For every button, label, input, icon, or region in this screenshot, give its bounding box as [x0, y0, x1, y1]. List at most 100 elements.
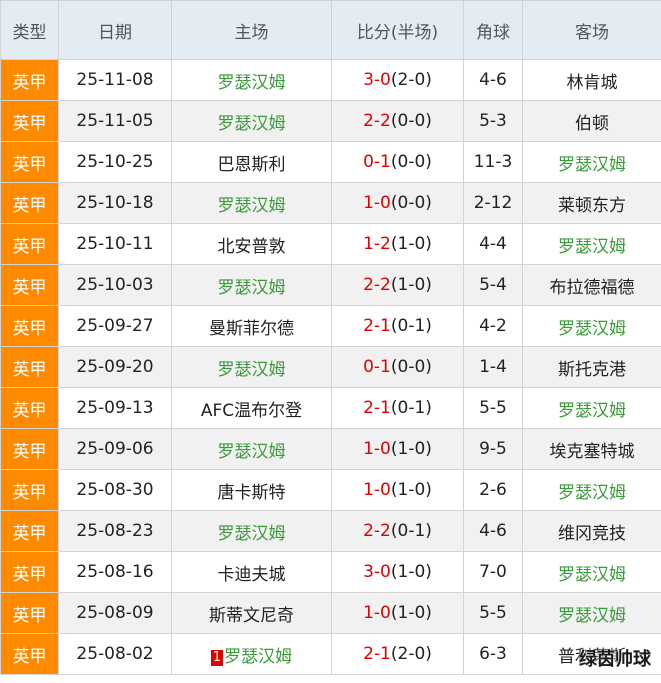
table-row[interactable]: 英甲 25-10-03 罗瑟汉姆 2-2(1-0) 5-4 布拉德福德 [0, 264, 661, 306]
corners-cell: 4-4 [463, 223, 523, 265]
table-row[interactable]: 英甲 25-09-06 罗瑟汉姆 1-0(1-0) 9-5 埃克塞特城 [0, 428, 661, 470]
score-cell: 0-1(0-0) [331, 141, 464, 183]
table-row[interactable]: 英甲 25-08-16 卡迪夫城 3-0(1-0) 7-0 罗瑟汉姆 [0, 551, 661, 593]
match-type-cell: 英甲 [0, 223, 59, 265]
corners-cell: 4-6 [463, 59, 523, 101]
home-team-name: 罗瑟汉姆 [217, 523, 286, 544]
corners-count: 9-5 [479, 439, 507, 459]
match-type-cell: 英甲 [0, 551, 59, 593]
full-time-score: 2-1 [363, 316, 391, 336]
corners-count: 4-4 [479, 234, 507, 254]
match-type-cell: 英甲 [0, 510, 59, 552]
home-team-cell: 唐卡斯特 [171, 469, 332, 511]
match-history-page: 类型 日期 主场 比分(半场) 角球 客场 英甲 25-11-08 罗瑟汉姆 3-0(… [0, 0, 661, 683]
table-row[interactable]: 英甲 25-11-08 罗瑟汉姆 3-0(2-0) 4-6 林肯城 [0, 59, 661, 101]
match-type: 英甲 [12, 277, 47, 298]
home-team-cell: 北安普敦 [171, 223, 332, 265]
match-date: 25-11-08 [76, 70, 154, 90]
match-date-cell: 25-08-23 [58, 510, 172, 552]
half-time-score: (0-1) [390, 398, 432, 418]
header-row: 类型 日期 主场 比分(半场) 角球 客场 [0, 0, 661, 60]
home-team-name: 斯蒂文尼奇 [209, 605, 294, 626]
match-date-cell: 25-09-20 [58, 346, 172, 388]
away-team-name: 罗瑟汉姆 [558, 400, 626, 421]
home-team-cell: 曼斯菲尔德 [171, 305, 332, 347]
table-row[interactable]: 英甲 25-08-09 斯蒂文尼奇 1-0(1-0) 5-5 罗瑟汉姆 [0, 592, 661, 634]
table-row[interactable]: 英甲 25-09-20 罗瑟汉姆 0-1(0-0) 1-4 斯托克港 [0, 346, 661, 388]
table-row[interactable]: 英甲 25-08-02 1 罗瑟汉姆 2-1(2-0) 6-3 普利茅斯 [0, 633, 661, 675]
away-team-cell: 罗瑟汉姆 [522, 141, 661, 183]
away-team-cell: 埃克塞特城 [522, 428, 661, 470]
full-time-score: 2-2 [363, 521, 391, 541]
match-type: 英甲 [12, 441, 47, 462]
half-time-score: (1-0) [390, 275, 432, 295]
match-date-cell: 25-08-09 [58, 592, 172, 634]
away-team-name: 罗瑟汉姆 [558, 154, 626, 175]
home-team-name: AFC温布尔登 [200, 400, 303, 421]
match-date: 25-10-03 [76, 275, 154, 295]
score-cell: 3-0(2-0) [331, 59, 464, 101]
match-type-cell: 英甲 [0, 305, 59, 347]
full-time-score: 1-0 [363, 480, 391, 500]
home-team-name: 罗瑟汉姆 [217, 441, 286, 462]
table-row[interactable]: 英甲 25-10-18 罗瑟汉姆 1-0(0-0) 2-12 莱顿东方 [0, 182, 661, 224]
match-type-cell: 英甲 [0, 469, 59, 511]
full-time-score: 1-0 [363, 603, 391, 623]
table-row[interactable]: 英甲 25-10-11 北安普敦 1-2(1-0) 4-4 罗瑟汉姆 [0, 223, 661, 265]
half-time-score: (0-0) [390, 193, 432, 213]
watermark: 绿茵帅球 [579, 649, 651, 670]
table-row[interactable]: 英甲 25-08-23 罗瑟汉姆 2-2(0-1) 4-6 维冈竞技 [0, 510, 661, 552]
full-time-score: 2-2 [363, 111, 391, 131]
corners-cell: 11-3 [463, 141, 523, 183]
match-type-cell: 英甲 [0, 100, 59, 142]
corners-count: 5-4 [479, 275, 507, 295]
home-team-name: 卡迪夫城 [217, 564, 286, 585]
match-date: 25-10-11 [76, 234, 154, 254]
column-header-home: 主场 [171, 0, 332, 60]
corners-count: 5-3 [479, 111, 507, 131]
table-row[interactable]: 英甲 25-09-13 AFC温布尔登 2-1(0-1) 5-5 罗瑟汉姆 [0, 387, 661, 429]
table-row[interactable]: 英甲 25-09-27 曼斯菲尔德 2-1(0-1) 4-2 罗瑟汉姆 [0, 305, 661, 347]
half-time-score: (1-0) [390, 480, 432, 500]
table-row[interactable]: 英甲 25-10-25 巴恩斯利 0-1(0-0) 11-3 罗瑟汉姆 [0, 141, 661, 183]
score-cell: 2-2(0-1) [331, 510, 464, 552]
home-team-cell: 罗瑟汉姆 [171, 428, 332, 470]
score-cell: 1-0(0-0) [331, 182, 464, 224]
home-team-cell: 罗瑟汉姆 [171, 59, 332, 101]
corners-count: 2-12 [473, 193, 513, 213]
away-team-name: 斯托克港 [558, 359, 626, 380]
corners-cell: 5-4 [463, 264, 523, 306]
table-row[interactable]: 英甲 25-11-05 罗瑟汉姆 2-2(0-0) 5-3 伯顿 [0, 100, 661, 142]
corners-count: 1-4 [479, 357, 507, 377]
home-team-cell: 罗瑟汉姆 [171, 510, 332, 552]
full-time-score: 2-1 [363, 644, 391, 664]
match-results-table: 类型 日期 主场 比分(半场) 角球 客场 英甲 25-11-08 罗瑟汉姆 3-0(… [0, 0, 661, 675]
home-team-name: 曼斯菲尔德 [209, 318, 294, 339]
corners-cell: 5-5 [463, 387, 523, 429]
away-team-cell: 斯托克港 [522, 346, 661, 388]
half-time-score: (0-1) [390, 316, 432, 336]
half-time-score: (2-0) [390, 644, 432, 664]
home-team-cell: 1 罗瑟汉姆 [171, 633, 332, 675]
away-team-name: 伯顿 [575, 113, 609, 134]
score-cell: 1-0(1-0) [331, 428, 464, 470]
match-type: 英甲 [12, 359, 47, 380]
away-team-cell: 布拉德福德 [522, 264, 661, 306]
match-type-cell: 英甲 [0, 592, 59, 634]
home-team-name: 北安普敦 [217, 236, 286, 257]
home-team-name: 罗瑟汉姆 [217, 195, 286, 216]
match-date-cell: 25-08-16 [58, 551, 172, 593]
match-date-cell: 25-10-03 [58, 264, 172, 306]
away-team-name: 罗瑟汉姆 [558, 605, 626, 626]
away-team-cell: 罗瑟汉姆 [522, 305, 661, 347]
match-type-cell: 英甲 [0, 264, 59, 306]
away-team-name: 罗瑟汉姆 [558, 318, 626, 339]
half-time-score: (0-0) [390, 152, 432, 172]
home-team-cell: 罗瑟汉姆 [171, 264, 332, 306]
full-time-score: 2-1 [363, 398, 391, 418]
corners-cell: 2-12 [463, 182, 523, 224]
away-team-cell: 罗瑟汉姆 [522, 223, 661, 265]
match-type-cell: 英甲 [0, 141, 59, 183]
table-row[interactable]: 英甲 25-08-30 唐卡斯特 1-0(1-0) 2-6 罗瑟汉姆 [0, 469, 661, 511]
score-cell: 2-1(0-1) [331, 305, 464, 347]
